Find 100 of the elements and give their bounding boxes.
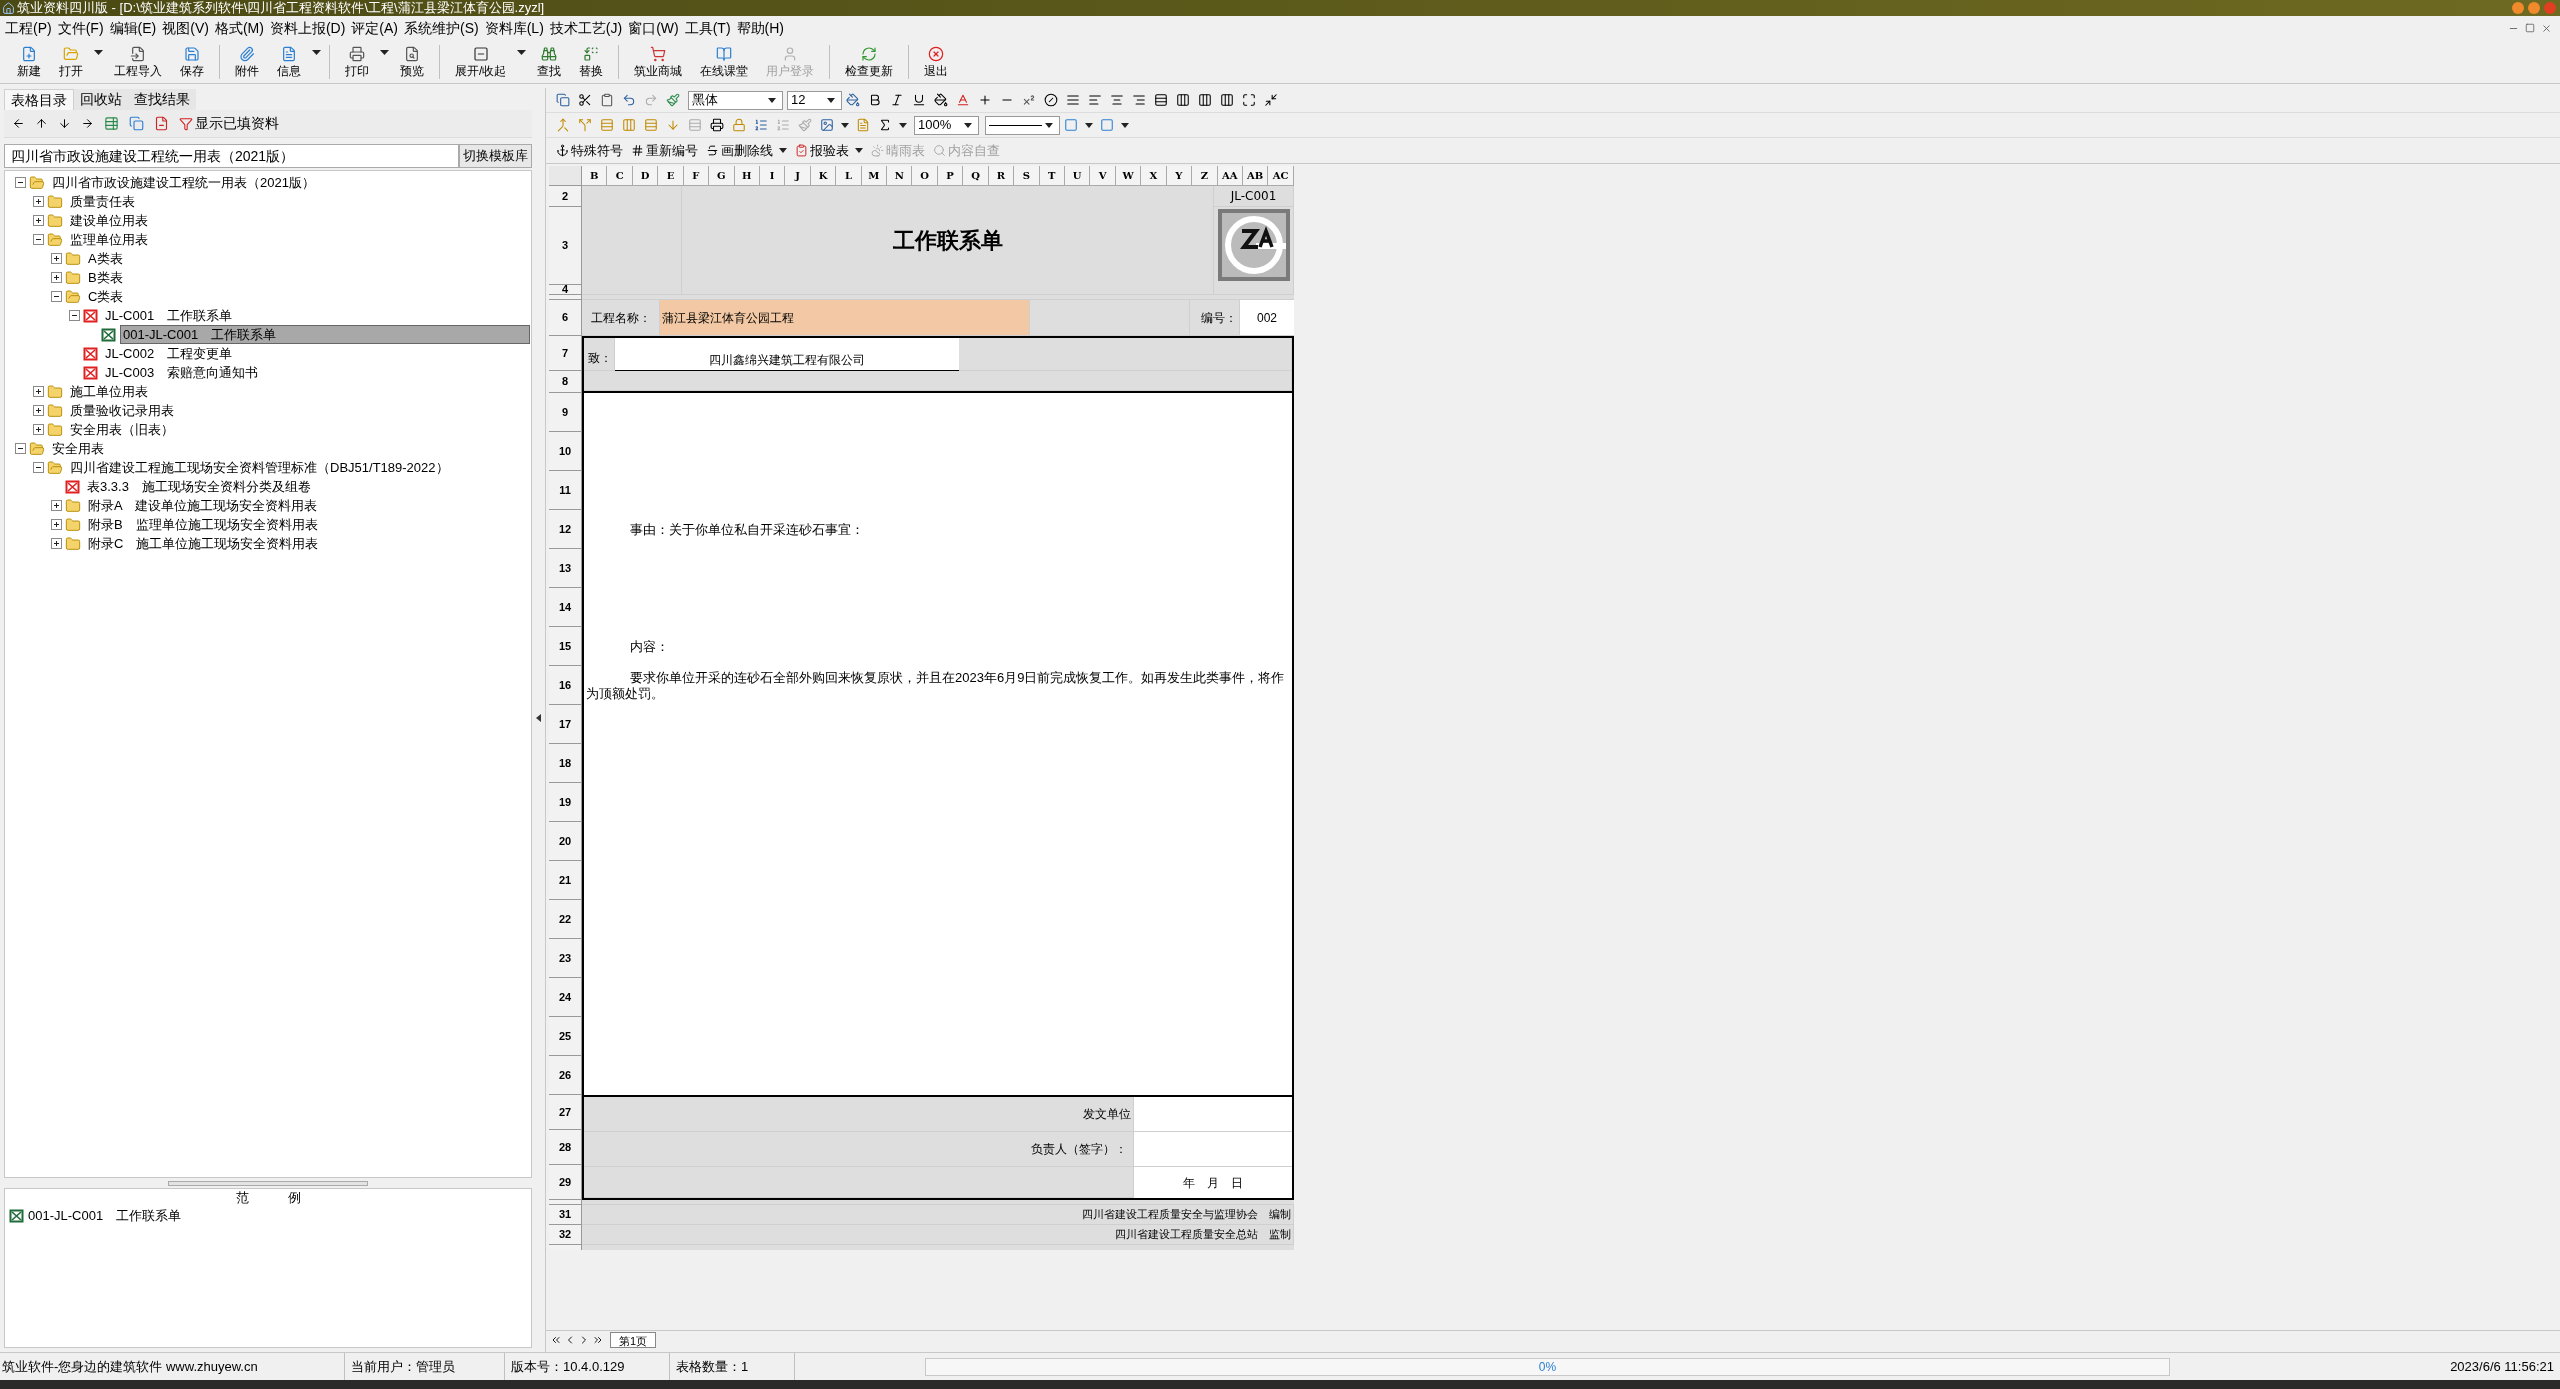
row-header[interactable]: 15 bbox=[549, 627, 582, 666]
tree-item[interactable]: C类表 bbox=[85, 287, 127, 306]
row-header[interactable]: 24 bbox=[549, 978, 582, 1017]
row-header[interactable]: 14 bbox=[549, 588, 582, 627]
toolbar-button[interactable]: 筑业商城 bbox=[625, 43, 692, 80]
sheet-cell[interactable] bbox=[584, 1167, 1134, 1198]
row-header[interactable]: 11 bbox=[549, 471, 582, 510]
dropdown-button[interactable] bbox=[855, 148, 863, 153]
panel-tab[interactable]: 查找结果 bbox=[128, 89, 196, 110]
row-header[interactable]: 7 bbox=[549, 336, 582, 371]
expand-toggle[interactable] bbox=[33, 234, 44, 245]
panel-tab[interactable]: 回收站 bbox=[74, 89, 128, 110]
column-header[interactable]: AC bbox=[1268, 166, 1294, 186]
menu-item[interactable]: 工程(P) bbox=[2, 17, 55, 39]
row-header[interactable]: 21 bbox=[549, 861, 582, 900]
tree-item[interactable]: JL-C003 索赔意向通知书 bbox=[102, 363, 262, 382]
expand-toggle[interactable] bbox=[33, 386, 44, 397]
toolbar-button[interactable]: 在线课堂 bbox=[691, 43, 758, 80]
tree-item[interactable]: A类表 bbox=[85, 249, 126, 268]
menu-item[interactable]: 资料上报(D) bbox=[266, 17, 349, 39]
toolbar-button[interactable]: 打印 bbox=[336, 43, 378, 80]
tool-button[interactable]: 画删除线 bbox=[706, 140, 773, 161]
menu-item[interactable]: 文件(F) bbox=[54, 17, 107, 39]
column-header[interactable]: R bbox=[988, 166, 1015, 186]
column-header[interactable]: C bbox=[607, 166, 633, 186]
menu-item[interactable]: 系统维护(S) bbox=[401, 17, 482, 39]
template-field[interactable]: 四川省市政设施建设工程统一用表（2021版） bbox=[4, 144, 459, 168]
column-header[interactable]: H bbox=[734, 166, 760, 186]
number-field[interactable]: 002 bbox=[1240, 300, 1294, 336]
toolbar-button[interactable]: 信息 bbox=[268, 43, 310, 80]
expand-toggle[interactable] bbox=[15, 443, 26, 454]
menu-item[interactable]: 编辑(E) bbox=[106, 17, 160, 39]
tool-button[interactable]: 特殊符号 bbox=[556, 140, 623, 161]
tree-item[interactable]: 施工单位用表 bbox=[67, 382, 151, 401]
menu-item[interactable]: 帮助(H) bbox=[733, 17, 787, 39]
menu-item[interactable]: 视图(V) bbox=[159, 17, 212, 39]
row-header[interactable]: 32 bbox=[549, 1225, 582, 1245]
column-header[interactable]: P bbox=[937, 166, 964, 186]
column-header[interactable]: Z bbox=[1192, 166, 1218, 186]
row-header[interactable]: 17 bbox=[549, 705, 582, 744]
toolbar-button[interactable]: 查找 bbox=[528, 43, 571, 80]
toolbar-button[interactable]: 检查更新 bbox=[836, 43, 903, 80]
collapse-arrow-icon[interactable] bbox=[536, 714, 541, 722]
row-header[interactable]: 28 bbox=[549, 1130, 582, 1165]
font-select[interactable]: 黑体 bbox=[688, 90, 783, 110]
date-field[interactable]: 年 月 日 bbox=[1134, 1167, 1292, 1198]
tree-item[interactable]: JL-C001 工作联系单 bbox=[102, 306, 236, 325]
toolbar-button[interactable]: 保存 bbox=[171, 43, 213, 80]
toolbar-button[interactable]: 新建 bbox=[8, 43, 50, 80]
tool-button[interactable]: 报验表 bbox=[795, 140, 849, 161]
tree-item[interactable]: 附录B 监理单位施工现场安全资料用表 bbox=[85, 515, 321, 534]
row-header[interactable]: 29 bbox=[549, 1165, 582, 1200]
menu-item[interactable]: 评定(A) bbox=[348, 17, 401, 39]
tool-button[interactable]: 重新编号 bbox=[631, 140, 698, 161]
row-header[interactable]: 3 bbox=[549, 207, 582, 285]
column-header[interactable]: V bbox=[1090, 166, 1116, 186]
menu-item[interactable]: 工具(T) bbox=[681, 17, 734, 39]
column-header[interactable]: I bbox=[759, 166, 786, 186]
tree-item[interactable]: JL-C002 工程变更单 bbox=[102, 344, 236, 363]
tree-item[interactable]: 四川省建设工程施工现场安全资料管理标准（DBJ51/T189-2022） bbox=[67, 458, 452, 477]
row-header[interactable]: 8 bbox=[549, 371, 582, 393]
font-size-select[interactable]: 12 bbox=[787, 90, 842, 110]
expand-toggle[interactable] bbox=[33, 462, 44, 473]
expand-toggle[interactable] bbox=[51, 500, 62, 511]
switch-template-button[interactable]: 切换模板库 bbox=[459, 144, 532, 168]
row-header[interactable]: 31 bbox=[549, 1205, 582, 1225]
sheet-cell[interactable] bbox=[584, 371, 1292, 391]
row-header[interactable]: 16 bbox=[549, 666, 582, 705]
expand-toggle[interactable] bbox=[51, 538, 62, 549]
tree-item[interactable]: 附录C 施工单位施工现场安全资料用表 bbox=[85, 534, 322, 553]
row-header[interactable]: 9 bbox=[549, 393, 582, 432]
zoom-select[interactable]: 100% bbox=[914, 115, 979, 135]
dropdown-button[interactable] bbox=[515, 49, 529, 56]
expand-toggle[interactable] bbox=[33, 215, 44, 226]
tree-item[interactable]: 质量责任表 bbox=[67, 192, 138, 211]
expand-toggle[interactable] bbox=[33, 196, 44, 207]
expand-toggle[interactable] bbox=[51, 272, 62, 283]
tree-item[interactable]: B类表 bbox=[85, 268, 126, 287]
row-header[interactable]: 19 bbox=[549, 783, 582, 822]
signature-field[interactable] bbox=[1134, 1132, 1292, 1167]
row-header[interactable]: 20 bbox=[549, 822, 582, 861]
toolbar-button[interactable]: 预览 bbox=[391, 43, 433, 80]
dropdown-button[interactable] bbox=[779, 148, 787, 153]
column-header[interactable]: L bbox=[836, 166, 862, 186]
row-header[interactable]: 23 bbox=[549, 939, 582, 978]
column-header[interactable]: J bbox=[785, 166, 811, 186]
column-header[interactable]: D bbox=[632, 166, 659, 186]
tree-item[interactable]: 001-JL-C001 工作联系单 bbox=[120, 325, 530, 344]
toolbar-button[interactable]: 展开/收起 bbox=[446, 43, 516, 80]
filter-toggle[interactable]: 显示已填资料 bbox=[179, 113, 279, 134]
toolbar-button[interactable]: 打开 bbox=[50, 43, 92, 80]
row-header[interactable]: 6 bbox=[549, 300, 582, 336]
menu-item[interactable]: 资料库(L) bbox=[481, 17, 547, 39]
dropdown-button[interactable] bbox=[378, 49, 391, 56]
sheet-cell[interactable] bbox=[1030, 300, 1190, 336]
column-header[interactable]: Q bbox=[963, 166, 989, 186]
column-header[interactable]: E bbox=[658, 166, 684, 186]
column-header[interactable]: B bbox=[582, 166, 608, 186]
row-header[interactable]: 13 bbox=[549, 549, 582, 588]
splitter-handle[interactable] bbox=[168, 1180, 368, 1186]
